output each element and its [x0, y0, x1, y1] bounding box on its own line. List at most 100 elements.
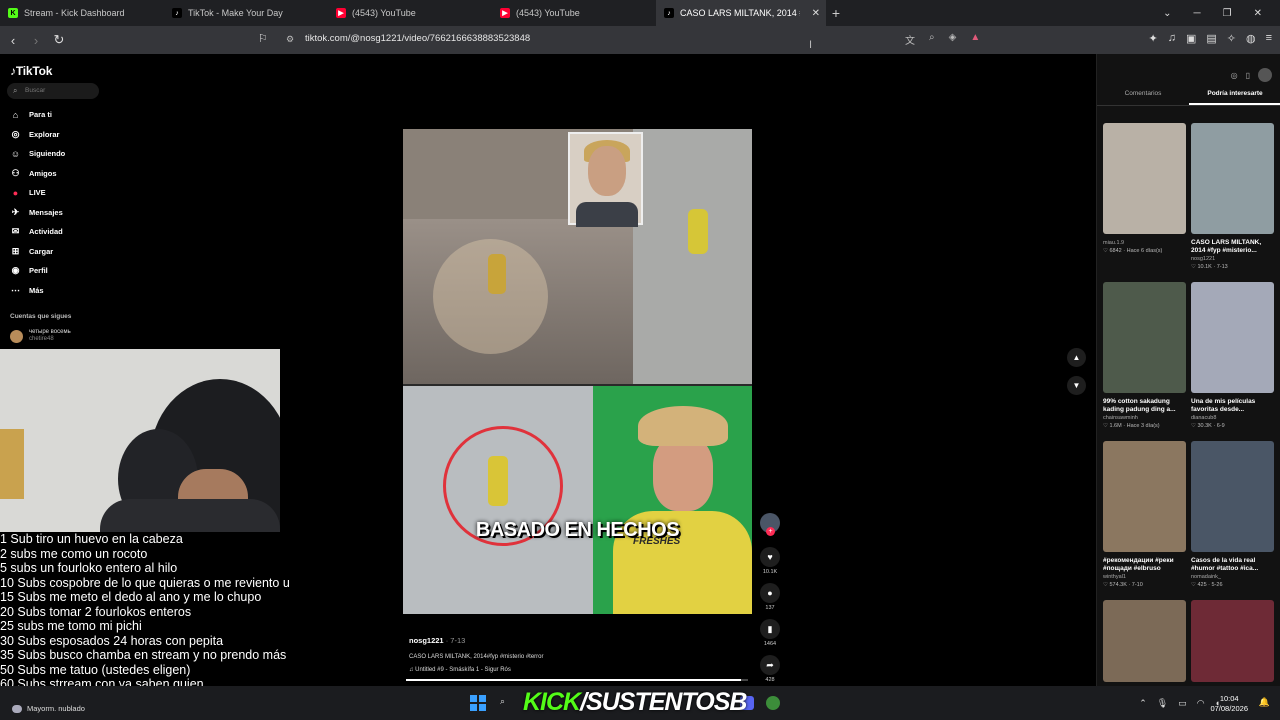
close-tab-icon[interactable]: ✕ — [812, 8, 820, 19]
forward-icon[interactable]: › — [26, 33, 46, 48]
zoom-icon[interactable]: ⌕ — [929, 32, 935, 47]
tab-title: TikTok - Make Your Day — [188, 8, 283, 18]
nav-item-cargar[interactable]: ⊞ Cargar — [10, 246, 53, 257]
video-thumbnail[interactable] — [1103, 282, 1186, 393]
settings-icon[interactable]: ◎ — [1231, 71, 1238, 80]
chrome-app-icon[interactable] — [766, 696, 780, 710]
wallet-icon[interactable]: ▤ — [1206, 32, 1216, 45]
card-author[interactable]: miau.1.9 — [1103, 240, 1186, 246]
video-author[interactable]: nosg1221 — [409, 636, 444, 645]
card-author[interactable]: dianacub8 — [1191, 415, 1274, 421]
system-clock[interactable]: 10:04 07/08/2026 — [1210, 694, 1248, 714]
card-author[interactable]: winthyal1 — [1103, 574, 1186, 580]
extensions-icon[interactable]: ✦ — [1148, 32, 1157, 45]
back-icon[interactable]: ‹ — [3, 33, 23, 48]
browser-tab[interactable]: ▶ (4543) YouTube — [492, 0, 656, 26]
chevron-up-icon[interactable]: ⌃ — [1139, 698, 1147, 709]
share-icon[interactable]: ➦ — [760, 655, 780, 675]
windows-start-icon[interactable] — [470, 695, 486, 711]
nav-item-explorar[interactable]: ◎ Explorar — [10, 129, 60, 140]
recommended-video-card[interactable]: 99% cotton sakadung kading padung ding a… — [1103, 282, 1186, 429]
nav-item-más[interactable]: ⋯ Más — [10, 285, 44, 296]
recommended-video-card[interactable]: miau.1.9 ♡ 6842 · Hace 6 días(s) — [1103, 123, 1186, 254]
inbox-icon[interactable]: ▯ — [1246, 71, 1250, 80]
recommended-video-card[interactable] — [1191, 600, 1274, 682]
minimize-icon[interactable]: ─ — [1194, 8, 1201, 19]
video-thumbnail[interactable] — [1103, 123, 1186, 234]
tab-title: Stream - Kick Dashboard — [24, 8, 125, 18]
browser-tab[interactable]: ♪ CASO LARS MILTANK, 2014 #fyp ✕ — [656, 0, 826, 26]
tab-comments[interactable]: Comentarios — [1097, 90, 1189, 105]
recommended-video-card[interactable]: CASO LARS MILTANK, 2014 #fyp #misterio..… — [1191, 123, 1274, 270]
browser-tab[interactable]: K Stream - Kick Dashboard — [0, 0, 164, 26]
mic-icon[interactable]: 🎙 — [1157, 698, 1168, 709]
avatar[interactable] — [1258, 68, 1272, 82]
tab-title: (4543) YouTube — [352, 8, 416, 18]
video-music[interactable]: ♫ Untitled #9 - Smáskífa 1 - Sigur Rós — [409, 667, 749, 673]
card-meta: ♡ 425 · 5-26 — [1191, 582, 1223, 588]
browser-tab[interactable]: ▶ (4543) YouTube — [328, 0, 492, 26]
address-bar: ‹ › ↻ ⚐ ⚙ tiktok.com/@nosg1221/video/766… — [0, 26, 1280, 54]
chevron-down-icon[interactable]: ▼ — [1067, 376, 1086, 395]
tab-recommended[interactable]: Podría interesarte — [1189, 90, 1280, 105]
translate-icon[interactable]: 文 — [905, 32, 915, 47]
card-author[interactable]: nomadaink_ — [1191, 574, 1274, 580]
taskbar-search-icon[interactable]: ⌕ — [500, 696, 505, 707]
sidebar-icon[interactable]: ▣ — [1186, 32, 1196, 45]
brave-shield-icon[interactable]: ◈ — [949, 32, 957, 47]
bookmark-icon[interactable]: ⚐ — [258, 32, 268, 45]
video-player[interactable]: FRESHES BASADO EN HECHOS — [403, 129, 752, 614]
notification-bell-icon[interactable]: 🔔 — [1259, 697, 1270, 708]
sub-goal-line: 20 Subs tomar 2 fourlokos enteros — [0, 604, 192, 619]
nav-item-perfil[interactable]: ◉ Perfil — [10, 265, 48, 276]
follow-plus-icon[interactable]: + — [766, 527, 775, 536]
youtube-icon: ▶ — [500, 8, 510, 18]
search-input[interactable]: ⌕ Buscar — [7, 83, 99, 99]
close-window-icon[interactable]: ✕ — [1254, 8, 1262, 19]
maximize-icon[interactable]: ❐ — [1223, 8, 1232, 19]
comment-icon[interactable]: ● — [760, 583, 780, 603]
rewards-icon[interactable]: ▲ — [970, 32, 980, 47]
nav-item-actividad[interactable]: ✉ Actividad — [10, 226, 63, 237]
nav-item-amigos[interactable]: ⚇ Amigos — [10, 168, 56, 179]
reload-icon[interactable]: ↻ — [49, 32, 69, 48]
vpn-icon[interactable]: ◍ — [1246, 32, 1256, 45]
weather-widget[interactable]: Mayorm. nublado — [12, 704, 85, 714]
bookmark-save-icon[interactable]: ▮ — [760, 619, 780, 639]
video-thumbnail[interactable] — [1191, 123, 1274, 234]
browser-tab[interactable]: ♪ TikTok - Make Your Day — [164, 0, 328, 26]
menu-icon[interactable]: ≡ — [1266, 32, 1272, 45]
like-icon[interactable]: ♥ — [760, 547, 780, 567]
display-icon[interactable]: ▭ — [1178, 698, 1187, 709]
card-author[interactable]: nosg1221 — [1191, 256, 1274, 262]
tiktok-logo[interactable]: ♪TikTok — [10, 64, 52, 78]
recommended-video-card[interactable]: Una de mis películas favoritas desde... d… — [1191, 282, 1274, 429]
recommended-video-card[interactable]: Casos de la vida real #humor #tattoo #ic… — [1191, 441, 1274, 588]
nav-item-para-ti[interactable]: ⌂ Para ti — [10, 109, 52, 120]
video-thumbnail[interactable] — [1191, 282, 1274, 393]
leo-icon[interactable]: ✧ — [1227, 32, 1236, 45]
nav-item-mensajes[interactable]: ✈ Mensajes — [10, 207, 63, 218]
video-progress-bar[interactable] — [406, 679, 748, 681]
author-avatar[interactable]: + — [760, 513, 780, 536]
card-title: 99% cotton sakadung kading padung ding a… — [1103, 398, 1176, 413]
nav-item-siguiendo[interactable]: ☺ Siguiendo — [10, 148, 65, 159]
media-icon[interactable]: ♫ — [1168, 32, 1176, 45]
kick-icon: K — [8, 8, 18, 18]
url-field[interactable]: tiktok.com/@nosg1221/video/7662166638883… — [305, 33, 530, 44]
card-date: 7-13 — [1216, 264, 1228, 270]
following-account[interactable]: четыре восемь chetire48 — [10, 329, 71, 343]
nav-item-live[interactable]: ● LIVE — [10, 187, 46, 198]
site-info-icon[interactable]: ⚙ — [286, 34, 294, 45]
wifi-icon[interactable]: ◠ — [1197, 698, 1205, 709]
chevron-up-icon[interactable]: ▲ — [1067, 348, 1086, 367]
recommended-video-card[interactable] — [1103, 600, 1186, 682]
video-thumbnail[interactable] — [1191, 441, 1274, 552]
video-thumbnail[interactable] — [1103, 600, 1186, 682]
card-author[interactable]: chainsawminh — [1103, 415, 1186, 421]
new-tab-button[interactable]: + — [826, 5, 846, 21]
video-thumbnail[interactable] — [1103, 441, 1186, 552]
recommended-video-card[interactable]: #рекомендации #реки #пощади #elbruso wint… — [1103, 441, 1186, 588]
tab-search-icon[interactable]: ⌄ — [1163, 8, 1171, 19]
video-thumbnail[interactable] — [1191, 600, 1274, 682]
